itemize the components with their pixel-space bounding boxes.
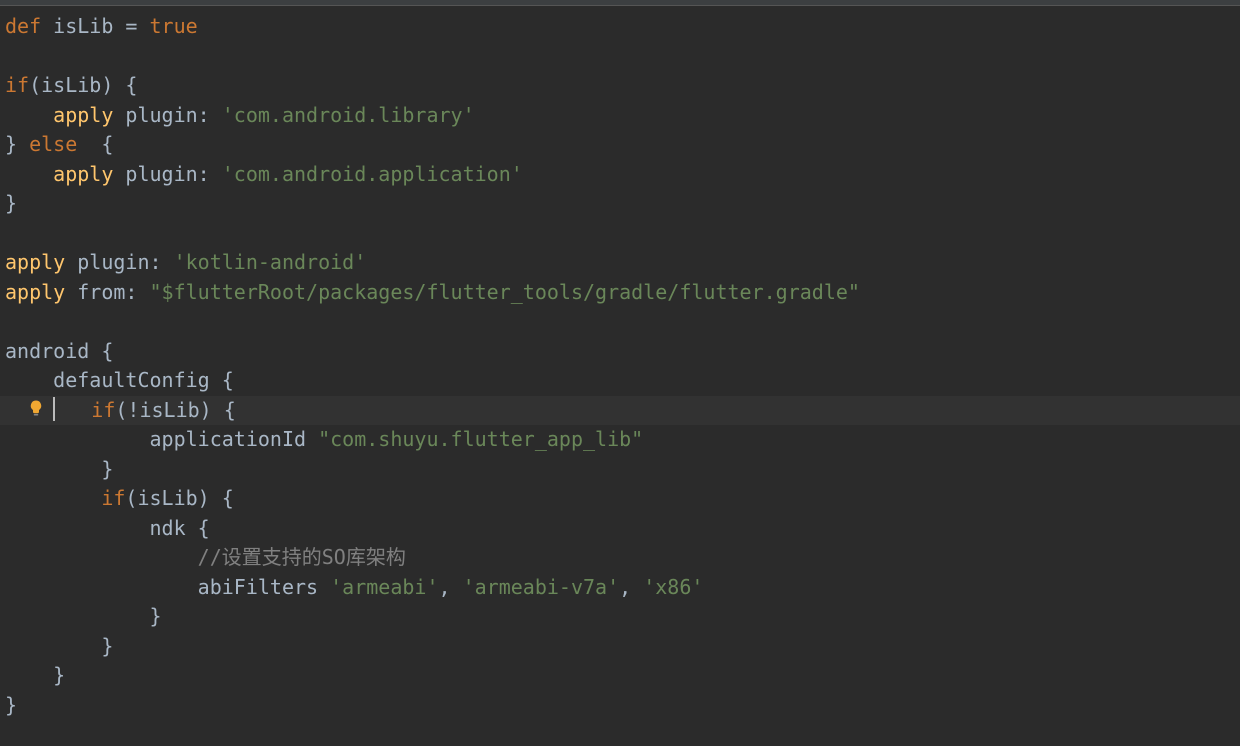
code-text: abiFilters [5, 575, 330, 599]
code-line[interactable]: apply plugin: 'kotlin-android' [5, 248, 1240, 278]
code-line[interactable]: if(isLib) { [5, 484, 1240, 514]
keyword-else: else [29, 132, 77, 156]
code-text: } [5, 132, 29, 156]
code-line[interactable]: abiFilters 'armeabi', 'armeabi-v7a', 'x8… [5, 573, 1240, 603]
keyword-if: if [91, 398, 115, 422]
code-text: (isLib) { [29, 73, 137, 97]
code-text: plugin: [113, 103, 221, 127]
string-literal: 'armeabi-v7a' [463, 575, 620, 599]
code-text: , [438, 575, 462, 599]
code-text: , [619, 575, 643, 599]
comment: //设置支持的SO库架构 [198, 545, 406, 569]
code-line[interactable]: applicationId "com.shuyu.flutter_app_lib… [5, 425, 1240, 455]
code-line[interactable]: ndk { [5, 514, 1240, 544]
indent [5, 103, 53, 127]
code-editor[interactable]: def isLib = true if(isLib) { apply plugi… [0, 6, 1240, 720]
code-line[interactable]: apply plugin: 'com.android.application' [5, 160, 1240, 190]
code-line[interactable]: if(isLib) { [5, 71, 1240, 101]
code-text: plugin: [65, 250, 173, 274]
code-line[interactable]: apply from: "$flutterRoot/packages/flutt… [5, 278, 1240, 308]
code-line[interactable]: } [5, 189, 1240, 219]
keyword-if: if [101, 486, 125, 510]
code-line[interactable]: //设置支持的SO库架构 [5, 543, 1240, 573]
code-line[interactable]: } [5, 455, 1240, 485]
code-line[interactable]: def isLib = true [5, 12, 1240, 42]
string-literal: 'x86' [643, 575, 703, 599]
code-line[interactable]: } [5, 602, 1240, 632]
code-text: { [77, 132, 113, 156]
code-line[interactable]: } [5, 661, 1240, 691]
indent [5, 486, 101, 510]
code-text: (!isLib) { [115, 398, 235, 422]
code-line-current[interactable]: if(!isLib) { [0, 396, 1240, 426]
string-literal: "com.shuyu.flutter_app_lib" [318, 427, 643, 451]
string-literal: 'armeabi' [330, 575, 438, 599]
indent [5, 545, 198, 569]
code-line[interactable] [5, 219, 1240, 249]
indent [5, 162, 53, 186]
code-text: applicationId [5, 427, 318, 451]
text-caret [53, 397, 55, 421]
code-text: (isLib) { [125, 486, 233, 510]
string-literal: 'com.android.library' [222, 103, 475, 127]
code-text [55, 398, 91, 422]
code-line[interactable] [5, 307, 1240, 337]
string-literal: "$flutterRoot/packages/flutter_tools/gra… [150, 280, 860, 304]
keyword-def: def [5, 14, 41, 38]
string-literal: 'com.android.application' [222, 162, 523, 186]
keyword-true: true [150, 14, 198, 38]
method-apply: apply [5, 250, 65, 274]
keyword-if: if [5, 73, 29, 97]
code-text: plugin: [113, 162, 221, 186]
code-line[interactable]: apply plugin: 'com.android.library' [5, 101, 1240, 131]
method-apply: apply [53, 162, 113, 186]
code-line[interactable]: } [5, 632, 1240, 662]
code-line[interactable]: android { [5, 337, 1240, 367]
code-line[interactable]: } [5, 691, 1240, 721]
code-line[interactable]: } else { [5, 130, 1240, 160]
code-line[interactable] [5, 42, 1240, 72]
code-text: from: [65, 280, 149, 304]
code-text: isLib = [41, 14, 149, 38]
string-literal: 'kotlin-android' [174, 250, 367, 274]
method-apply: apply [5, 280, 65, 304]
code-line[interactable]: defaultConfig { [5, 366, 1240, 396]
method-apply: apply [53, 103, 113, 127]
intention-bulb-icon[interactable] [26, 398, 46, 418]
